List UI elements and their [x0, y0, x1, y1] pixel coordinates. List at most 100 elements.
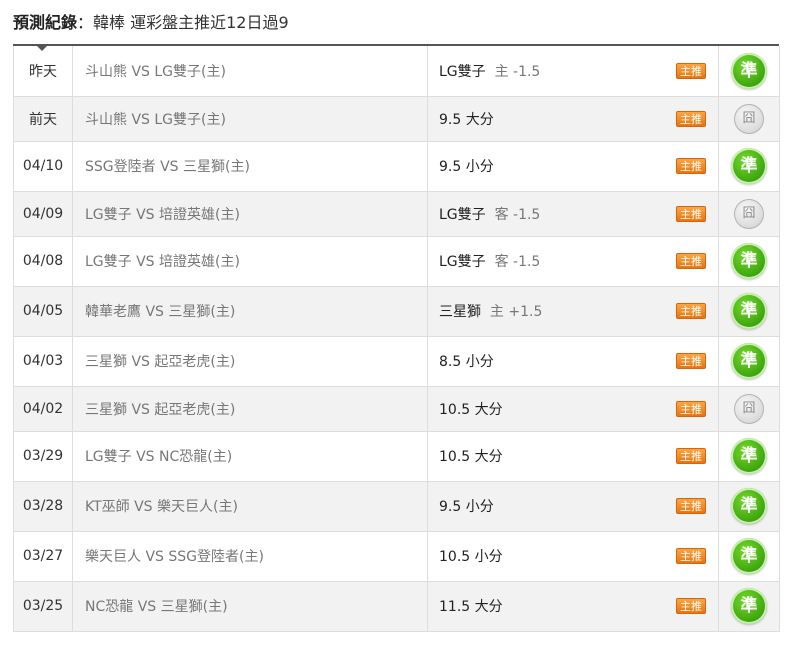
row-match: 韓華老鷹 VS 三星獅(主)	[72, 286, 428, 337]
row-result-cell: 準	[718, 336, 780, 387]
result-hit-icon: 準	[731, 538, 767, 574]
row-match: LG雙子 VS 培證英雄(主)	[72, 191, 428, 237]
row-pick: 10.5 大分	[439, 401, 503, 418]
row-pick-side: 主 +1.5	[489, 304, 543, 320]
table-row: 04/09 LG雙子 VS 培證英雄(主) LG雙子 客 -1.5 主推 囧	[13, 191, 780, 237]
row-pick-cell: 9.5 小分 主推	[427, 481, 719, 532]
row-date: 04/02	[13, 386, 73, 432]
row-pick-cell: 11.5 大分 主推	[427, 581, 719, 632]
record-description: 韓棒 運彩盤主推近12日過9	[93, 13, 289, 32]
main-pick-badge: 主推	[676, 303, 706, 319]
row-pick: LG雙子	[439, 254, 486, 270]
table-row: 04/02 三星獅 VS 起亞老虎(主) 10.5 大分 主推 囧	[13, 386, 780, 432]
record-title: 預測紀錄	[13, 13, 78, 32]
table-row: 04/08 LG雙子 VS 培證英雄(主) LG雙子 客 -1.5 主推 準	[13, 236, 780, 287]
row-pick: 9.5 大分	[439, 111, 494, 128]
prediction-record-table: 昨天 斗山熊 VS LG雙子(主) LG雙子 主 -1.5 主推準前天 斗山熊 VS L…	[13, 46, 780, 632]
row-pick-cell: 10.5 大分 主推	[427, 431, 719, 482]
result-hit-icon: 準	[731, 52, 767, 89]
row-result-cell: 準	[718, 286, 780, 337]
row-pick: 9.5 小分	[439, 159, 494, 175]
row-pick: 三星獅	[439, 304, 481, 320]
row-pick-side: 客 -1.5	[494, 206, 541, 223]
main-pick-badge: 主推	[676, 498, 706, 514]
table-row: 03/25 NC恐龍 VS 三星獅(主) 11.5 大分 主推 準	[13, 581, 780, 632]
row-match: 斗山熊 VS LG雙子(主)	[72, 96, 428, 142]
row-date: 04/10	[13, 141, 73, 192]
row-pick: 10.5 大分	[439, 449, 503, 465]
row-pick-side: 客 -1.5	[494, 254, 541, 270]
row-date: 04/08	[13, 236, 73, 287]
row-match: NC恐龍 VS 三星獅(主)	[72, 581, 428, 632]
main-pick-badge: 主推	[676, 110, 706, 127]
row-pick-cell: 三星獅 主 +1.5 主推	[427, 286, 719, 337]
row-date: 03/28	[13, 481, 73, 532]
row-pick-cell: LG雙子 主 -1.5 主推	[427, 46, 719, 97]
row-pick: LG雙子	[439, 206, 486, 223]
row-date: 03/29	[13, 431, 73, 482]
table-row: 03/28 KT巫師 VS 樂天巨人(主) 9.5 小分 主推 準	[13, 481, 780, 532]
main-pick-badge: 主推	[676, 205, 706, 222]
row-match: 三星獅 VS 起亞老虎(主)	[72, 386, 428, 432]
row-date: 03/25	[13, 581, 73, 632]
row-result-cell: 準	[718, 431, 780, 482]
table-row: 04/05 韓華老鷹 VS 三星獅(主) 三星獅 主 +1.5 主推 準	[13, 286, 780, 337]
main-pick-badge: 主推	[676, 598, 706, 614]
result-miss-icon: 囧	[734, 198, 764, 229]
result-hit-icon: 準	[731, 293, 767, 329]
row-pick-cell: 10.5 小分 主推	[427, 531, 719, 582]
main-pick-badge: 主推	[676, 158, 706, 174]
row-match: 斗山熊 VS LG雙子(主)	[72, 46, 428, 97]
row-result-cell: 準	[718, 531, 780, 582]
row-pick-cell: 9.5 大分 主推	[427, 96, 719, 142]
row-result-cell: 囧	[718, 191, 780, 237]
result-miss-icon: 囧	[734, 393, 764, 424]
main-pick-badge: 主推	[676, 62, 706, 79]
table-row: 昨天 斗山熊 VS LG雙子(主) LG雙子 主 -1.5 主推 準	[13, 46, 780, 97]
result-hit-icon: 準	[731, 488, 767, 524]
row-date: 04/09	[13, 191, 73, 237]
row-pick: LG雙子	[439, 63, 486, 80]
row-match: LG雙子 VS NC恐龍(主)	[72, 431, 428, 482]
title-separator: ：	[77, 13, 94, 32]
row-pick-cell: LG雙子 客 -1.5 主推	[427, 191, 719, 237]
result-hit-icon: 準	[731, 148, 767, 184]
row-date: 04/05	[13, 286, 73, 337]
row-pick-cell: 9.5 小分 主推	[427, 141, 719, 192]
row-match: 樂天巨人 VS SSG登陸者(主)	[72, 531, 428, 582]
row-pick: 8.5 小分	[439, 354, 494, 370]
table-row: 前天 斗山熊 VS LG雙子(主) 9.5 大分 主推 囧	[13, 96, 780, 142]
result-hit-icon: 準	[731, 243, 767, 279]
row-result-cell: 準	[718, 581, 780, 632]
row-match: LG雙子 VS 培證英雄(主)	[72, 236, 428, 287]
result-hit-icon: 準	[731, 588, 767, 624]
row-pick: 11.5 大分	[439, 599, 503, 615]
row-pick-cell: LG雙子 客 -1.5 主推	[427, 236, 719, 287]
row-result-cell: 準	[718, 141, 780, 192]
row-result-cell: 準	[718, 236, 780, 287]
row-match: 三星獅 VS 起亞老虎(主)	[72, 336, 428, 387]
table-row: 04/10 SSG登陸者 VS 三星獅(主) 9.5 小分 主推 準	[13, 141, 780, 192]
row-pick-cell: 8.5 小分 主推	[427, 336, 719, 387]
result-miss-icon: 囧	[734, 103, 764, 134]
row-date: 昨天	[13, 46, 73, 97]
main-pick-badge: 主推	[676, 353, 706, 369]
main-pick-badge: 主推	[676, 448, 706, 464]
row-result-cell: 準	[718, 481, 780, 532]
row-match: SSG登陸者 VS 三星獅(主)	[72, 141, 428, 192]
row-result-cell: 囧	[718, 386, 780, 432]
row-pick-side: 主 -1.5	[494, 63, 541, 80]
row-result-cell: 囧	[718, 96, 780, 142]
main-pick-badge: 主推	[676, 253, 706, 269]
table-row: 03/27 樂天巨人 VS SSG登陸者(主) 10.5 小分 主推 準	[13, 531, 780, 582]
result-hit-icon: 準	[731, 343, 767, 379]
main-pick-badge: 主推	[676, 548, 706, 564]
table-row: 03/29 LG雙子 VS NC恐龍(主) 10.5 大分 主推 準	[13, 431, 780, 482]
row-date: 04/03	[13, 336, 73, 387]
row-pick: 10.5 小分	[439, 549, 503, 565]
row-date: 前天	[13, 96, 73, 142]
record-header: 預測紀錄：韓棒 運彩盤主推近12日過9	[13, 10, 289, 36]
table-row: 04/03 三星獅 VS 起亞老虎(主) 8.5 小分 主推 準	[13, 336, 780, 387]
row-result-cell: 準	[718, 46, 780, 97]
main-pick-badge: 主推	[676, 400, 706, 417]
